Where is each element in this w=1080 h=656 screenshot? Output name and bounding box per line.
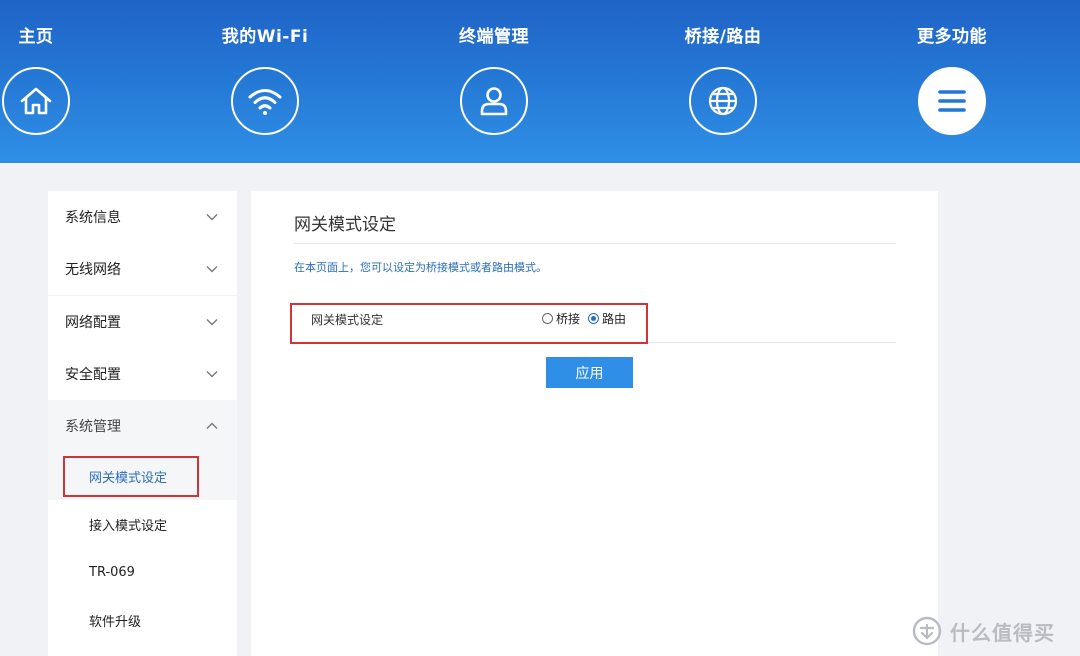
sidebar-item-wireless-network[interactable]: 无线网络 [48,243,237,295]
globe-icon[interactable] [689,67,757,135]
radio-bridge-label[interactable]: 桥接 [556,310,580,327]
nav-item-my-wifi[interactable]: 我的Wi-Fi [205,0,325,163]
radio-route[interactable] [588,313,600,324]
chevron-down-icon [206,371,218,378]
page-description: 在本页面上，您可以设定为桥接模式或者路由模式。 [294,261,547,274]
submenu-item-label: 接入模式设定 [89,518,168,534]
submenu-item-software-upgrade[interactable]: 软件升级 [48,596,237,644]
apply-button[interactable]: 应用 [546,357,633,388]
chevron-down-icon [206,266,218,273]
watermark: 什么值得买 [912,614,1072,648]
nav-item-more-features[interactable]: 更多功能 [892,0,1012,163]
sidebar-item-label: 安全配置 [65,367,121,383]
radio-bridge[interactable] [542,313,553,324]
submenu-item-label: 软件升级 [89,614,142,630]
main-panel: 网关模式设定 在本页面上，您可以设定为桥接模式或者路由模式。 网关模式设定 桥接… [251,191,938,656]
submenu-item-label: TR-069 [89,564,135,580]
nav-item-bridge-route[interactable]: 桥接/路由 [663,0,783,163]
menu-icon[interactable] [918,67,986,135]
radio-route-label[interactable]: 路由 [602,310,626,327]
sidebar-item-security-config[interactable]: 安全配置 [48,348,237,400]
sidebar-item-label: 系统信息 [65,210,121,226]
nav-item-home[interactable]: 主页 [0,0,96,163]
nav-label: 终端管理 [459,27,529,47]
top-navigation: 主页 我的Wi-Fi 终端管理 桥接/路由 更多功能 [0,0,1080,163]
nav-label: 主页 [18,27,54,47]
gateway-mode-field-label: 网关模式设定 [311,313,384,327]
submenu-item-label: 网关模式设定 [89,470,168,486]
submenu-item-tr069[interactable]: TR-069 [48,548,237,596]
chevron-down-icon [206,214,218,221]
submenu-item-gateway-mode[interactable]: 网关模式设定 [48,452,237,500]
sidebar-item-label: 网络配置 [65,315,121,331]
home-icon[interactable] [2,67,70,135]
submenu-system-management: 网关模式设定 接入模式设定 TR-069 软件升级 [48,452,237,656]
page-title: 网关模式设定 [294,215,396,235]
nav-label: 更多功能 [917,27,987,47]
chevron-down-icon [206,319,218,326]
submenu-item-access-mode[interactable]: 接入模式设定 [48,500,237,548]
sidebar-item-system-info[interactable]: 系统信息 [48,191,237,243]
sidebar-item-system-management[interactable]: 系统管理 [48,400,237,452]
watermark-text: 什么值得买 [950,620,1055,645]
sidebar-item-label: 系统管理 [65,419,121,435]
chevron-up-icon [206,422,218,429]
nav-label: 桥接/路由 [684,27,762,47]
user-icon[interactable] [460,67,528,135]
wifi-icon[interactable] [231,67,299,135]
divider [294,342,896,343]
smzdm-logo-icon [912,616,942,646]
sidebar-item-label: 无线网络 [65,262,121,278]
sidebar-menu: 系统信息 无线网络 网络配置 安全配置 系统管理 网关模式设定 接入模式设定 T… [48,191,237,656]
nav-label: 我的Wi-Fi [221,27,309,47]
divider [294,243,896,244]
gateway-mode-radio-group: 桥接 路由 [542,310,634,327]
nav-item-device-management[interactable]: 终端管理 [434,0,554,163]
sidebar-item-network-config[interactable]: 网络配置 [48,296,237,348]
